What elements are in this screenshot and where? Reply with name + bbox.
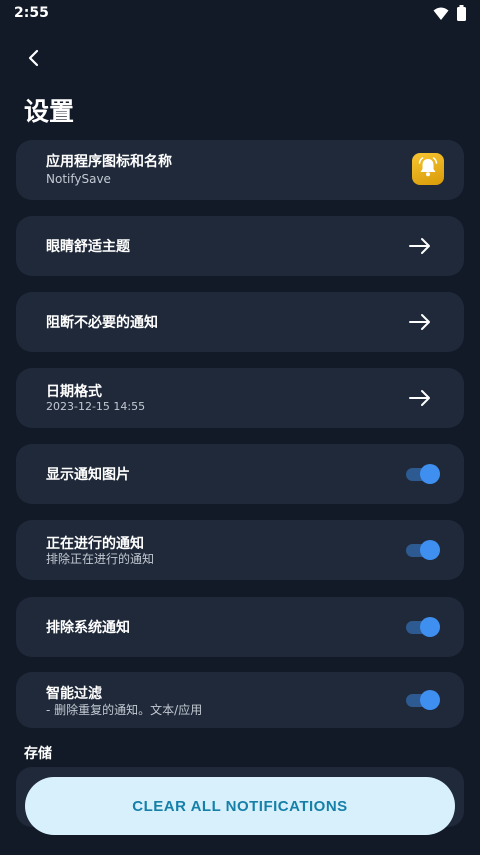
setting-title: 排除系统通知 (46, 620, 130, 636)
setting-app-icon-and-name[interactable]: 应用程序图标和名称 NotifySave (16, 140, 464, 200)
setting-title: 应用程序图标和名称 (46, 154, 172, 170)
battery-icon (457, 5, 466, 25)
setting-exclude-system-notifications[interactable]: 排除系统通知 (16, 597, 464, 657)
setting-title: 日期格式 (46, 384, 102, 400)
toggle-thumb (420, 464, 440, 484)
setting-title: 智能过滤 (46, 686, 102, 702)
setting-subtitle: NotifySave (46, 172, 111, 186)
setting-subtitle: 排除正在进行的通知 (46, 552, 155, 566)
back-arrow-icon (26, 48, 42, 72)
toggle-switch[interactable] (406, 463, 440, 485)
setting-eye-comfort-theme[interactable]: 眼睛舒适主题 (16, 216, 464, 276)
status-time: 2:55 (14, 5, 49, 21)
toggle-thumb (420, 540, 440, 560)
setting-title: 阻断不必要的通知 (46, 315, 158, 331)
arrow-right-icon (408, 310, 432, 334)
setting-title: 显示通知图片 (46, 467, 130, 483)
toggle-switch[interactable] (406, 539, 440, 561)
setting-smart-filter[interactable]: 智能过滤 - 删除重复的通知。文本/应用 (16, 672, 464, 728)
setting-ongoing-notifications[interactable]: 正在进行的通知 排除正在进行的通知 (16, 520, 464, 580)
toggle-switch[interactable] (406, 616, 440, 638)
arrow-right-icon (408, 386, 432, 410)
setting-show-notification-images[interactable]: 显示通知图片 (16, 444, 464, 504)
setting-date-format[interactable]: 日期格式 2023-12-15 14:55 (16, 368, 464, 428)
toggle-thumb (420, 690, 440, 710)
toggle-thumb (420, 617, 440, 637)
setting-title: 眼睛舒适主题 (46, 239, 130, 255)
setting-subtitle: 2023-12-15 14:55 (46, 400, 146, 413)
toggle-switch[interactable] (406, 689, 440, 711)
bell-icon (417, 156, 439, 182)
status-icons (433, 5, 466, 25)
page-title: 设置 (24, 97, 75, 126)
arrow-right-icon (408, 234, 432, 258)
wifi-icon (433, 6, 449, 25)
setting-block-notifications[interactable]: 阻断不必要的通知 (16, 292, 464, 352)
app-icon (412, 153, 444, 185)
section-label-storage: 存储 (24, 746, 52, 762)
setting-subtitle: - 删除重复的通知。文本/应用 (46, 703, 203, 717)
status-bar: 2:55 (0, 0, 480, 26)
clear-all-notifications-button[interactable]: CLEAR ALL NOTIFICATIONS (25, 777, 455, 835)
back-button[interactable] (18, 44, 50, 76)
